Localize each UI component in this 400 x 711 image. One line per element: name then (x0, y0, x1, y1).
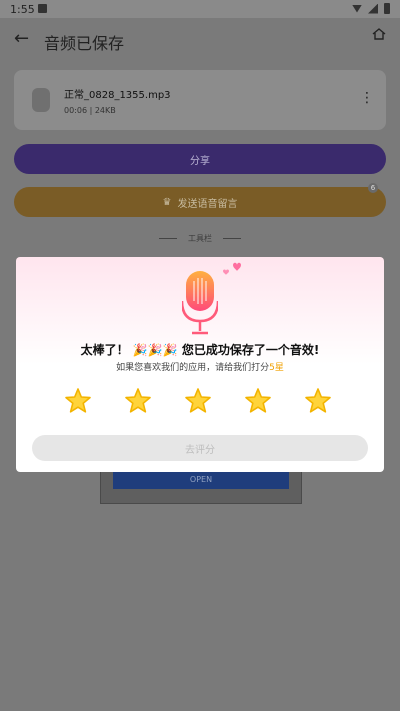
notification-badge: 6 (368, 183, 378, 193)
open-button-label: OPEN (189, 475, 213, 484)
more-options-icon[interactable]: ⋮ (360, 90, 374, 106)
notification-icon (38, 4, 47, 13)
wifi-icon (352, 4, 362, 13)
status-time: 1:55 (10, 3, 35, 16)
headline-suffix: 您已成功保存了一个音效! (181, 343, 320, 357)
star-rating (16, 387, 384, 419)
signal-icon (368, 3, 378, 14)
voice-message-label: 发送语音留言 (177, 198, 238, 210)
star-icon-4[interactable] (244, 387, 272, 415)
status-icons (352, 3, 390, 14)
share-button-label: 分享 (190, 155, 210, 167)
rate-button-label: 去评分 (185, 444, 215, 456)
back-arrow-icon[interactable]: ← (14, 28, 29, 49)
page-title: 音频已保存 (44, 34, 125, 53)
hearts-icon (223, 262, 241, 275)
crown-icon: ♛ (162, 196, 172, 208)
rate-button[interactable]: 去评分 (32, 435, 368, 461)
microphone-icon (182, 271, 218, 335)
five-star-highlight: 5星 (269, 363, 284, 373)
rating-dialog: 太棒了！ 🎉🎉🎉 您已成功保存了一个音效! 如果您喜欢我们的应用，请给我们打分5… (16, 257, 384, 472)
status-bar: 1:55 (0, 0, 400, 18)
star-icon-1[interactable] (64, 387, 92, 415)
audio-file-icon (32, 88, 50, 112)
file-meta: 00:06 | 24KB (64, 106, 116, 115)
dialog-subline: 如果您喜欢我们的应用，请给我们打分5星 (16, 360, 384, 373)
file-card[interactable]: 正常_0828_1355.mp3 00:06 | 24KB ⋮ (14, 70, 386, 130)
share-button[interactable]: 分享 (14, 144, 386, 174)
star-icon-2[interactable] (124, 387, 152, 415)
home-icon[interactable] (372, 28, 386, 40)
app-bar: ← 音频已保存 (0, 18, 400, 62)
star-icon-5[interactable] (304, 387, 332, 415)
party-popper-icon: 🎉🎉🎉 (132, 343, 178, 357)
toolbox-label-text: 工具栏 (188, 234, 212, 243)
file-name: 正常_0828_1355.mp3 (64, 90, 171, 101)
open-button[interactable]: OPEN (113, 471, 289, 489)
send-voice-message-button[interactable]: ♛ 发送语音留言 6 (14, 183, 386, 217)
star-icon-3[interactable] (184, 387, 212, 415)
battery-icon (384, 3, 390, 14)
dialog-headline: 太棒了！ 🎉🎉🎉 您已成功保存了一个音效! (16, 341, 384, 358)
background-card: OPEN (100, 470, 302, 504)
toolbox-label: 工具栏 (0, 233, 400, 244)
headline-prefix: 太棒了！ (80, 343, 129, 357)
subline-text: 如果您喜欢我们的应用，请给我们打分 (116, 363, 270, 373)
